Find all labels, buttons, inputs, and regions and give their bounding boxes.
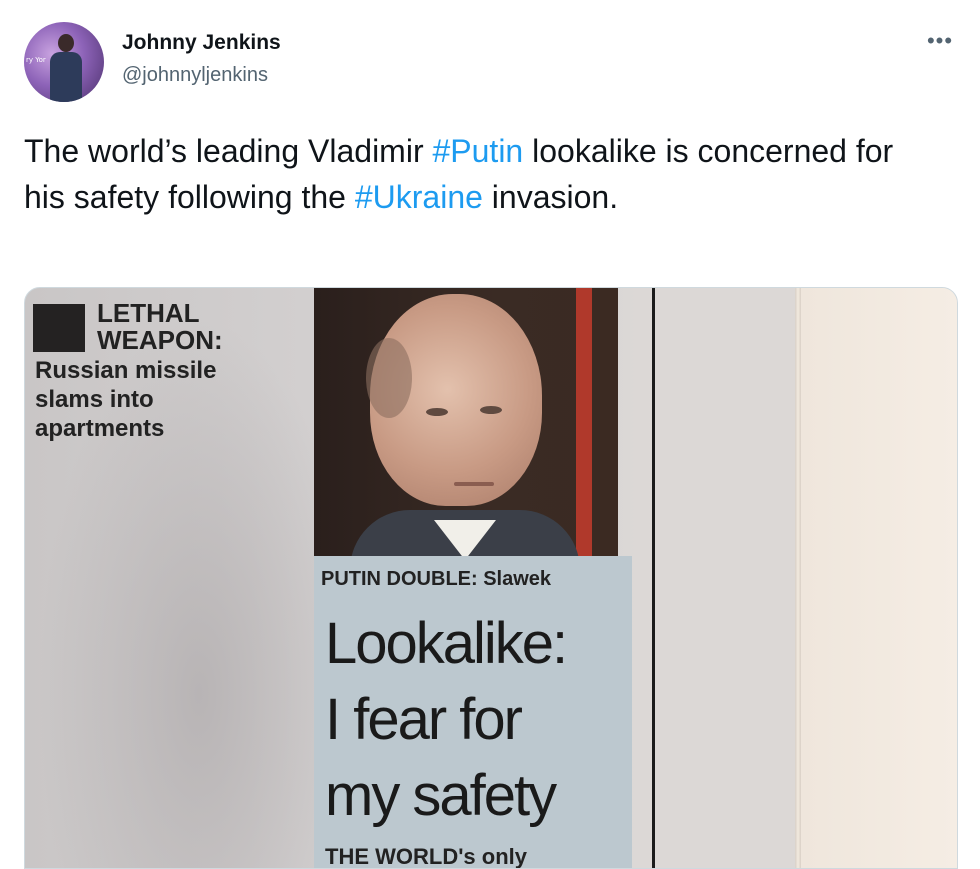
photo-eye-right	[480, 406, 502, 414]
article-body-cutoff: THE WORLD's only	[325, 844, 528, 869]
sidebar-sub-line: Russian missile	[35, 357, 217, 384]
article-headline-line: I fear for	[325, 687, 523, 752]
avatar-figure-head	[58, 34, 74, 52]
article-headline-line: my safety	[325, 763, 557, 828]
tweet-text-segment: invasion.	[482, 179, 619, 215]
article-headline: Lookalike: I fear for my safety	[325, 606, 568, 834]
author-display-name[interactable]: Johnny Jenkins	[122, 31, 281, 55]
tweet-media-image[interactable]: LETHAL WEAPON: Russian missile slams int…	[24, 287, 958, 869]
photo-background-stripe	[576, 288, 592, 556]
avatar-figure-body	[50, 52, 82, 102]
photo-hair	[366, 338, 412, 418]
newspaper-column-right	[655, 288, 795, 868]
putin-double-photo	[314, 288, 618, 556]
sidebar-subheadline: Russian missile slams into apartments	[35, 356, 216, 443]
article-headline-line: Lookalike:	[325, 611, 568, 676]
photo-mouth	[454, 482, 494, 486]
newspaper-column-rule	[652, 288, 655, 868]
newspaper-next-page	[801, 288, 957, 868]
tweet: ry Yor Johnny Jenkins @johnnyljenkins ••…	[0, 0, 980, 869]
sidebar-headline-line: WEAPON:	[97, 325, 223, 355]
sidebar-black-box	[33, 304, 85, 352]
tweet-text-segment: The world’s leading Vladimir	[24, 133, 433, 169]
sidebar-sub-line: slams into	[35, 386, 154, 413]
photo-caption: PUTIN DOUBLE: Slawek	[321, 568, 552, 590]
avatar-caption: ry Yor	[26, 56, 46, 64]
sidebar-headline-line: LETHAL	[97, 298, 200, 328]
tweet-text: The world’s leading Vladimir #Putin look…	[24, 128, 924, 220]
sidebar-sub-line: apartments	[35, 415, 165, 442]
photo-eye-left	[426, 408, 448, 416]
author-avatar[interactable]: ry Yor	[24, 22, 104, 102]
hashtag-putin-link[interactable]: #Putin	[432, 133, 523, 169]
sidebar-headline: LETHAL WEAPON:	[97, 300, 223, 354]
hashtag-ukraine-link[interactable]: #Ukraine	[355, 179, 483, 215]
more-options-icon[interactable]: •••	[922, 26, 958, 56]
author-handle[interactable]: @johnnyljenkins	[122, 64, 268, 87]
